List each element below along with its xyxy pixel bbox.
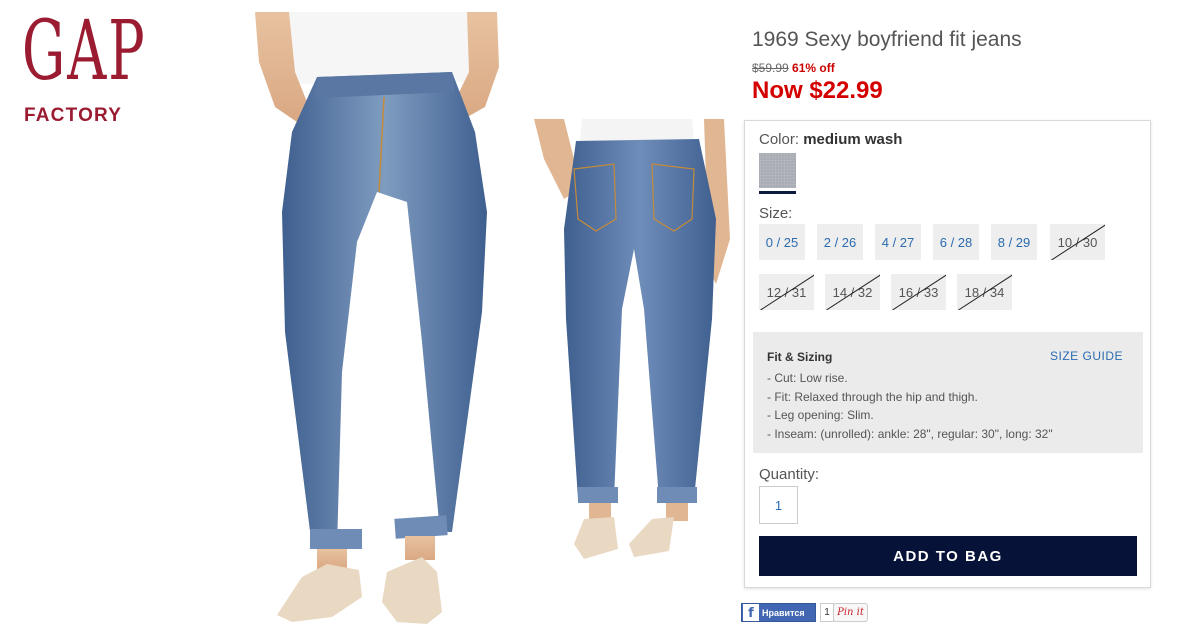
purchase-options-panel: Color: medium wash Size: 0 / 25 2 / 26 4… xyxy=(744,120,1151,588)
quantity-label: Quantity: xyxy=(759,466,820,483)
facebook-like-label: Нравится xyxy=(762,607,805,618)
facebook-like-count: 1 xyxy=(820,603,834,622)
fit-box-notch xyxy=(775,322,795,332)
original-price: $59.99 xyxy=(752,61,789,75)
size-option-unavailable: 18 / 34 xyxy=(957,274,1012,310)
size-option-unavailable: 12 / 31 xyxy=(759,274,814,310)
quantity-input[interactable] xyxy=(759,486,798,524)
color-label: Color: xyxy=(759,131,800,148)
color-swatch-medium-wash[interactable] xyxy=(759,153,796,188)
size-option-unavailable: 16 / 33 xyxy=(891,274,946,310)
color-row: Color: medium wash xyxy=(759,131,902,148)
facebook-icon: f xyxy=(743,604,759,621)
fit-detail-item: - Fit: Relaxed through the hip and thigh… xyxy=(767,389,978,404)
size-option[interactable]: 8 / 29 xyxy=(991,224,1037,260)
gap-factory-logo[interactable]: GAP FACTORY xyxy=(22,4,147,128)
logo-gap-text: GAP xyxy=(22,4,147,99)
size-option[interactable]: 2 / 26 xyxy=(817,224,863,260)
fit-detail-item: - Leg opening: Slim. xyxy=(767,408,874,422)
size-option[interactable]: 0 / 25 xyxy=(759,224,805,260)
fit-details-list: - Cut: Low rise. - Fit: Relaxed through … xyxy=(767,369,1053,443)
product-title: 1969 Sexy boyfriend fit jeans xyxy=(752,28,1022,51)
current-price: Now $22.99 xyxy=(752,77,883,104)
discount-label: 61% off xyxy=(792,61,835,75)
size-guide-link[interactable]: SIZE GUIDE xyxy=(1050,349,1123,363)
logo-factory-text: FACTORY xyxy=(24,105,123,126)
size-option[interactable]: 4 / 27 xyxy=(875,224,921,260)
color-value: medium wash xyxy=(803,131,903,148)
price-line: $59.99 61% off xyxy=(752,61,835,75)
facebook-like-button[interactable]: f Нравится xyxy=(741,603,816,622)
size-option[interactable]: 6 / 28 xyxy=(933,224,979,260)
pinterest-pin-button[interactable]: Pin it xyxy=(833,603,868,622)
size-label: Size: xyxy=(759,205,793,222)
fit-detail-item: - Cut: Low rise. xyxy=(767,371,848,385)
fit-detail-item: - Inseam: (unrolled): ankle: 28", regula… xyxy=(767,426,1053,441)
product-image-front[interactable] xyxy=(247,12,512,630)
add-to-bag-button[interactable]: ADD TO BAG xyxy=(759,536,1137,576)
fit-sizing-title: Fit & Sizing xyxy=(767,350,833,364)
swatch-selected-indicator xyxy=(759,191,796,194)
size-option-unavailable: 14 / 32 xyxy=(825,274,880,310)
size-option-unavailable: 10 / 30 xyxy=(1050,224,1105,260)
product-image-back[interactable] xyxy=(534,119,730,564)
fit-sizing-box: Fit & Sizing SIZE GUIDE - Cut: Low rise.… xyxy=(753,322,1143,453)
